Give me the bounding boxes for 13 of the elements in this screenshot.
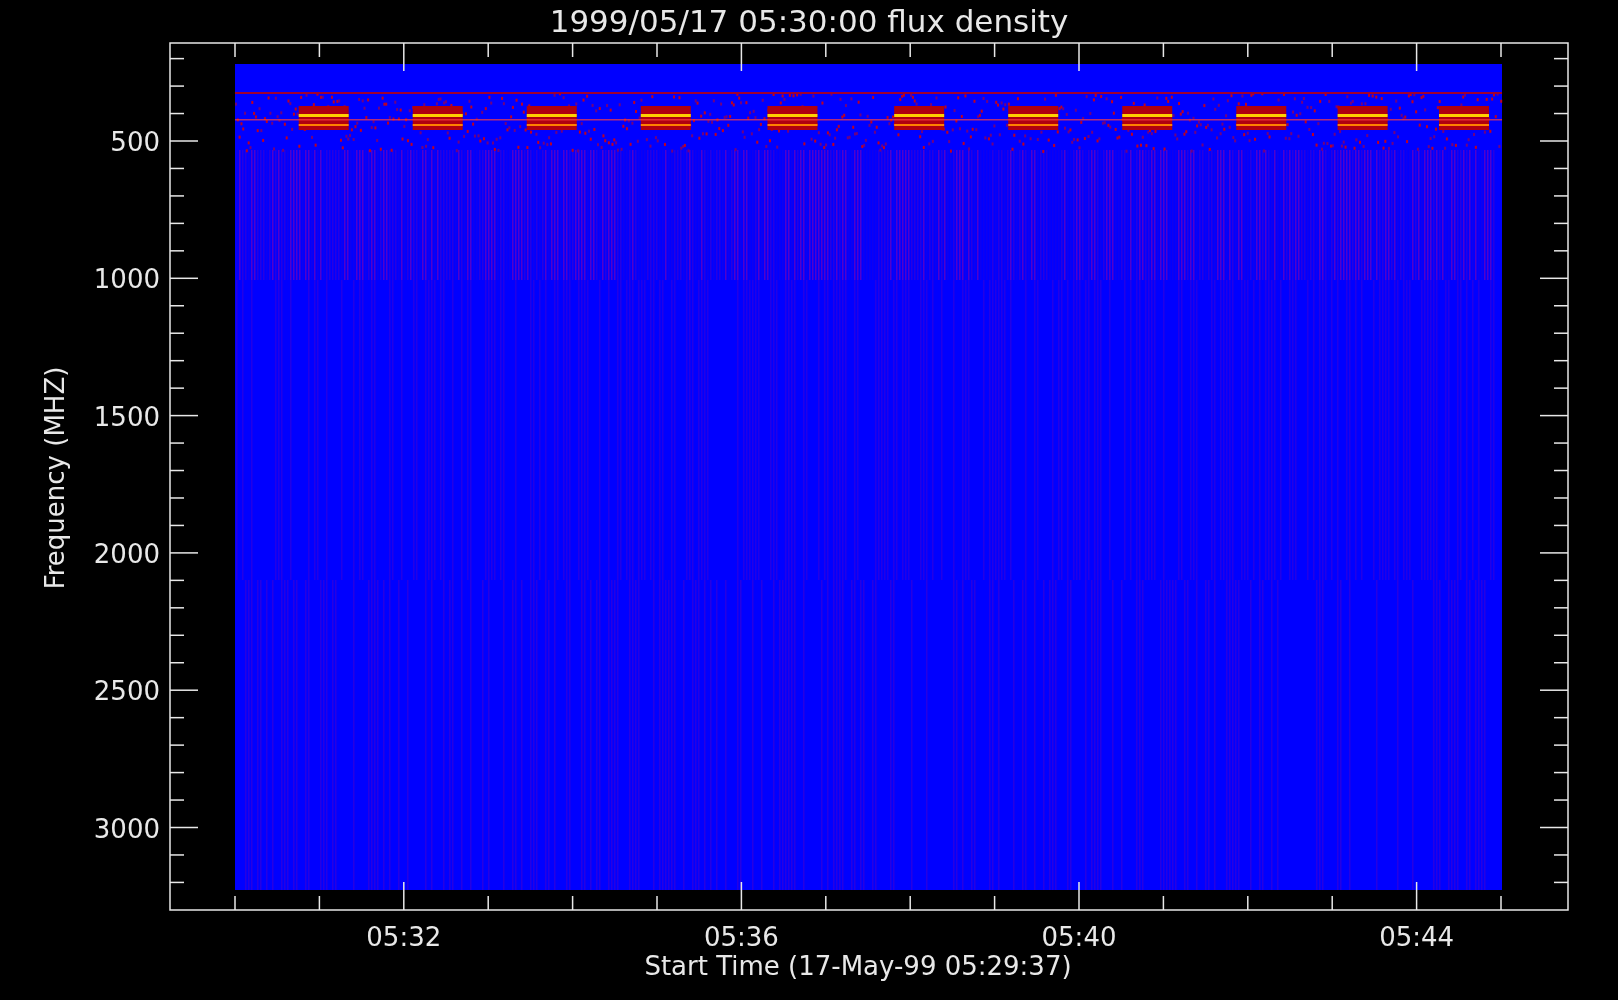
x-axis-label: Start Time (17-May-99 05:29:37) xyxy=(644,951,1072,981)
x-tick-label: 05:32 xyxy=(366,922,442,952)
x-tick-label: 05:44 xyxy=(1379,922,1455,952)
y-tick-label: 500 xyxy=(110,127,160,157)
x-tick-label: 05:36 xyxy=(703,922,779,952)
y-axis-label: Frequency (MHZ) xyxy=(40,366,70,590)
y-tick-label: 1000 xyxy=(93,264,160,295)
y-tick-label: 3000 xyxy=(93,813,160,844)
y-tick-label: 2000 xyxy=(93,538,160,569)
x-tick-label: 05:40 xyxy=(1041,922,1117,952)
y-tick-label: 2500 xyxy=(93,676,160,707)
chart-title: 1999/05/17 05:30:00 flux density xyxy=(549,3,1069,39)
y-tick-label: 1500 xyxy=(93,401,160,432)
